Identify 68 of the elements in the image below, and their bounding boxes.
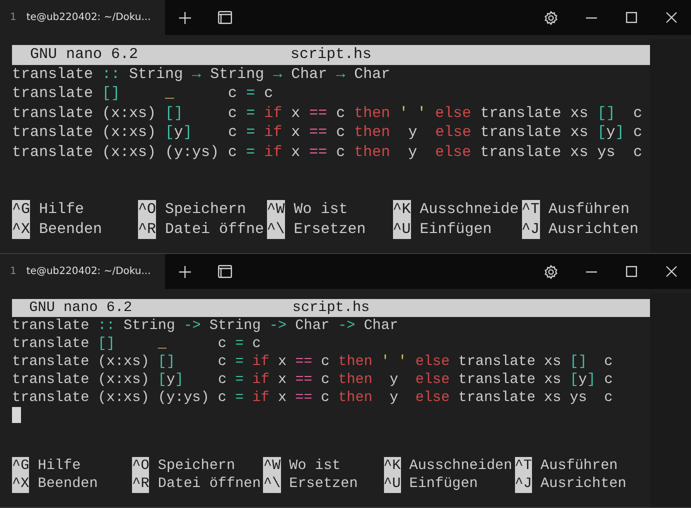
shortcut-key: ^U <box>392 220 411 239</box>
shortcut-key: ^J <box>522 220 540 239</box>
shortcut-label: Ersetzen <box>289 475 358 493</box>
code-line: translate (x:xs) (y:ys) c = if x == c then y else translate xs ys c <box>12 389 614 407</box>
shortcut-key: ^O <box>132 457 150 475</box>
editor-version: GNU nano 6.2 <box>28 299 134 317</box>
shortcut-label: Einfügen <box>409 475 478 493</box>
shortcut-label: Ausrichten <box>548 220 639 239</box>
close-icon[interactable] <box>666 12 676 23</box>
code-line: translate (x:xs) (y:ys) c = if x == c then y else translate xs ys c <box>12 142 644 162</box>
code-line: translate (x:xs) [y] c = if x == c then y else translate xs [y] c <box>12 371 614 389</box>
shortcut-label: Wo ist <box>294 200 348 220</box>
close-icon[interactable] <box>666 266 676 277</box>
file-name: script.hs <box>292 299 370 317</box>
code-line: translate [] _ c = c <box>12 84 274 104</box>
maximize-icon[interactable] <box>626 12 636 23</box>
minimize-icon[interactable] <box>586 270 596 272</box>
shortcut-key: ^O <box>138 200 156 220</box>
shortcut-label: Hilfe <box>39 200 84 220</box>
code-line: translate (x:xs) [] c = if x == c then ' ' else translate xs [] c <box>12 353 614 371</box>
shortcut-key: ^X <box>12 475 30 493</box>
shortcut-key: ^G <box>12 457 30 475</box>
code-line: translate (x:xs) [] c = if x == c then ' ' else translate xs [] c <box>12 104 644 123</box>
minimize-icon[interactable] <box>586 16 596 18</box>
shortcut-key: ^U <box>384 475 401 493</box>
shortcut-label: Speichern <box>165 200 246 220</box>
terminal-tab[interactable]: 1 te@ub220402: ~/Doku... <box>0 254 165 289</box>
shortcut-label: Hilfe <box>38 457 81 475</box>
new-tab-icon[interactable] <box>179 266 191 278</box>
settings-icon[interactable] <box>544 10 558 24</box>
shortcut-label: Speichern <box>158 457 236 475</box>
shortcut-label: Ausschneiden <box>409 457 512 475</box>
maximize-icon[interactable] <box>626 266 636 277</box>
shortcut-label: Datei öffne <box>165 220 264 239</box>
shortcut-label: Ausschneide <box>420 200 519 220</box>
shortcut-key: ^J <box>514 475 532 493</box>
shortcut-key: ^R <box>132 475 150 493</box>
shortcut-key: ^W <box>263 457 281 475</box>
shortcut-key: ^T <box>522 200 540 220</box>
shortcut-label: Ausführen <box>548 200 630 220</box>
code-line: translate :: String → String → Char → Char <box>12 64 392 84</box>
new-tab-icon[interactable] <box>179 12 191 24</box>
shortcut-key: ^T <box>514 457 532 475</box>
shortcut-key: ^\ <box>266 220 285 239</box>
settings-icon[interactable] <box>544 264 558 278</box>
shortcut-key: ^K <box>392 200 411 220</box>
file-name: script.hs <box>290 45 372 64</box>
panel-icon[interactable] <box>218 265 232 278</box>
shortcut-key: ^X <box>12 220 30 239</box>
editor-version: GNU nano 6.2 <box>29 45 140 64</box>
shortcut-label: Beenden <box>38 475 98 493</box>
code-line: translate [] _ c = c <box>12 335 262 353</box>
shortcut-label: Einfügen <box>420 220 492 239</box>
code-line: translate (x:xs) [y] c = if x == c then y else translate xs [y] c <box>12 123 644 142</box>
shortcut-label: Beenden <box>39 220 102 239</box>
shortcut-key: ^G <box>12 200 30 220</box>
shortcut-label: Wo ist <box>289 457 341 475</box>
shortcut-key: ^W <box>266 200 285 220</box>
shortcut-key: ^K <box>384 457 401 475</box>
shortcut-label: Datei öffnen <box>158 475 261 493</box>
panel-icon[interactable] <box>218 11 232 24</box>
code-line: translate :: String -> String -> Char -> Char <box>12 317 400 335</box>
shortcut-label: Ausführen <box>540 457 618 475</box>
shortcut-label: Ausrichten <box>540 475 626 493</box>
shortcut-label: Ersetzen <box>294 220 366 239</box>
shortcut-key: ^\ <box>263 475 281 493</box>
terminal-tab[interactable]: 1 te@ub220402: ~/Doku... <box>0 0 165 35</box>
shortcut-key: ^R <box>138 220 156 239</box>
